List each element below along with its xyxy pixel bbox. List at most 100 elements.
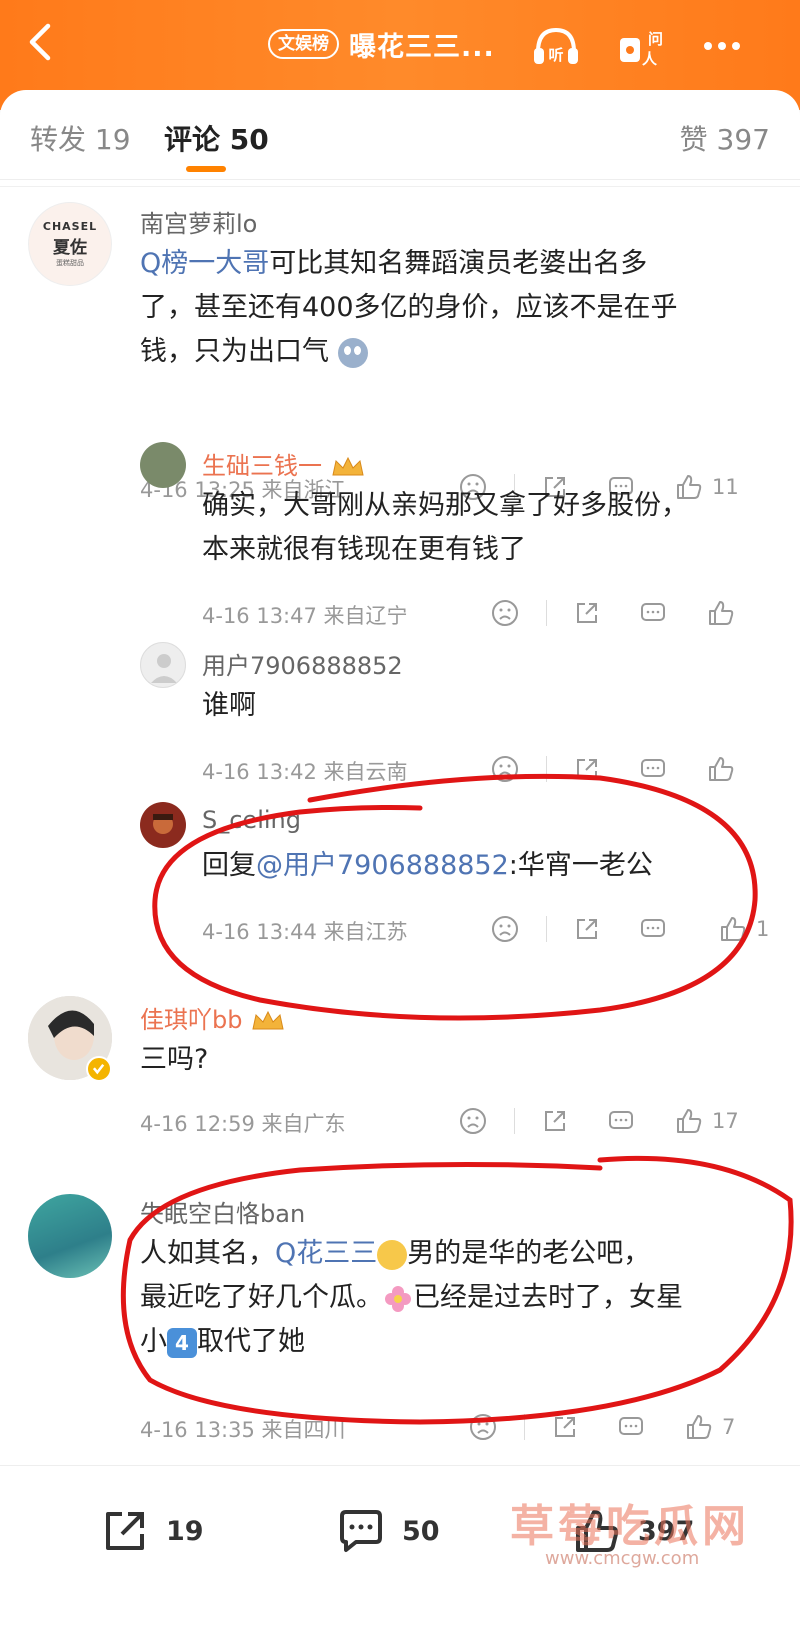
comment-bubble-icon [641, 603, 665, 621]
svg-text:问: 问 [648, 30, 663, 48]
like-button[interactable]: 7 [684, 1410, 735, 1444]
reply-button[interactable] [638, 752, 668, 786]
comment-meta: 4-16 12:59 来自广东 [140, 1112, 346, 1136]
comment-count: 50 [402, 1515, 440, 1547]
share-button[interactable] [572, 912, 602, 946]
watermark-url: www.cmcgw.com [545, 1548, 700, 1569]
avatar[interactable] [140, 442, 186, 488]
comment-meta: 4-16 13:44 来自江苏 [202, 920, 408, 944]
tab-comments[interactable]: 评论 50 [164, 118, 269, 158]
like-button[interactable]: 17 [674, 1104, 739, 1138]
share-icon [545, 1111, 565, 1131]
commenter-name[interactable]: 失眠空白恪ban [140, 1194, 305, 1229]
svg-text:人: 人 [642, 50, 658, 68]
default-user-icon [151, 654, 177, 683]
comment-bubble-icon [619, 1417, 643, 1435]
comment-text: 谁啊 [202, 690, 256, 721]
repost-button[interactable]: 19 [100, 1506, 204, 1556]
commenter-name[interactable]: 生础三钱一 [202, 446, 366, 481]
laughing-emoji-icon [377, 1239, 408, 1270]
chevron-left-icon [29, 23, 51, 61]
like-button[interactable]: 1 [718, 912, 769, 946]
dislike-button[interactable] [468, 1410, 498, 1444]
ask-button[interactable]: 问 人 [612, 18, 668, 74]
number-box-icon: 4 [167, 1327, 197, 1358]
frown-face-icon [470, 1414, 496, 1440]
reply-button[interactable] [616, 1410, 646, 1444]
avatar-text: 蛋糕甜品 [56, 259, 84, 267]
divider [546, 600, 547, 626]
listen-button[interactable]: 听 [528, 18, 584, 74]
topic-link[interactable]: Q榜一大哥 [140, 248, 269, 279]
more-dots-icon [704, 42, 740, 50]
dislike-button[interactable] [490, 912, 520, 946]
thumbs-up-icon [721, 917, 746, 941]
topic-badge[interactable]: 文娱榜 [268, 29, 339, 59]
divider [546, 916, 547, 942]
thumbs-up-icon [687, 1415, 712, 1439]
dislike-button[interactable] [490, 752, 520, 786]
comment-text: 人如其名，Q花三三 男的是华的老公吧， 最近吃了好几个瓜。 已经是过去时了，女星 小… [140, 1238, 683, 1358]
commenter-name[interactable]: 用户7906888852 [202, 646, 403, 681]
comment-meta: 4-16 13:42 来自云南 [202, 760, 408, 784]
frown-face-icon [492, 916, 518, 942]
share-button[interactable] [550, 1410, 580, 1444]
reply-button[interactable] [606, 1104, 636, 1138]
more-button[interactable] [694, 18, 750, 74]
avatar[interactable] [140, 802, 186, 848]
frown-face-icon [460, 1108, 486, 1134]
reply-button[interactable] [638, 596, 668, 630]
tab-bar: 转发 19 评论 50 赞 397 [0, 90, 800, 180]
comment-text: 回复@用户7906888852:华宵一老公 [202, 850, 653, 881]
tab-likes[interactable]: 赞 397 [680, 118, 770, 158]
comment-bubble-icon [641, 759, 665, 777]
mention-link[interactable]: @用户7906888852 [256, 850, 509, 881]
comment-meta: 4-16 13:35 来自四川 [140, 1418, 346, 1442]
avatar[interactable]: CHASEL 夏佐 蛋糕甜品 [28, 202, 112, 286]
comment-text: 确实，大哥刚从亲妈那又拿了好多股份， 本来就很有钱现在更有钱了 [202, 490, 688, 565]
divider [514, 1108, 515, 1134]
watermark: 草莓吃瓜网 [510, 1501, 750, 1552]
comment-meta: 4-16 13:47 来自辽宁 [202, 604, 408, 628]
emoji-icon [337, 337, 368, 368]
ask-person-icon: 问 人 [620, 30, 663, 68]
comment-text: Q榜一大哥可比其知名舞蹈演员老婆出名多 了，甚至还有400多亿的身价，应该不是在… [140, 248, 678, 368]
comments-card: 转发 19 评论 50 赞 397 CHASEL 夏佐 蛋糕甜品 南宫萝莉lo … [0, 90, 800, 1465]
flower-emoji-icon [383, 1284, 413, 1314]
crown-icon [330, 455, 366, 479]
share-icon [577, 759, 597, 779]
svg-text:听: 听 [548, 46, 563, 64]
share-button[interactable] [540, 1104, 570, 1138]
tab-repost[interactable]: 转发 19 [30, 118, 131, 158]
title-area: 文娱榜 曝花三三... [268, 24, 495, 64]
avatar-text: CHASEL [42, 220, 98, 233]
like-button[interactable] [706, 752, 744, 786]
divider [524, 1414, 525, 1440]
comment-bubble-icon [340, 1510, 382, 1552]
avatar[interactable] [140, 642, 186, 688]
comment-bubble-icon [609, 1111, 633, 1129]
share-icon [577, 919, 597, 939]
dislike-button[interactable] [490, 596, 520, 630]
reply-button[interactable] [638, 912, 668, 946]
share-icon [555, 1417, 575, 1437]
avatar-text: 夏佐 [53, 238, 87, 258]
topic-link[interactable]: Q花三三 [275, 1238, 377, 1269]
like-count: 7 [722, 1415, 736, 1439]
share-button[interactable] [572, 752, 602, 786]
commenter-name[interactable]: 佳琪吖bb [140, 1000, 286, 1035]
crown-icon [250, 1009, 286, 1033]
back-button[interactable] [20, 20, 64, 64]
avatar[interactable] [28, 1194, 112, 1278]
dislike-button[interactable] [458, 1104, 488, 1138]
page-title: 曝花三三... [349, 31, 495, 63]
commenter-name[interactable]: S_celing [202, 806, 301, 834]
commenter-name[interactable]: 南宫萝莉lo [140, 204, 257, 239]
verified-badge-icon [86, 1056, 112, 1082]
like-count: 1 [756, 917, 770, 941]
share-button[interactable] [572, 596, 602, 630]
like-button[interactable] [706, 596, 744, 630]
comment-button[interactable]: 50 [336, 1506, 440, 1556]
avatar-figure-icon [153, 814, 173, 834]
like-count: 17 [712, 1109, 739, 1133]
